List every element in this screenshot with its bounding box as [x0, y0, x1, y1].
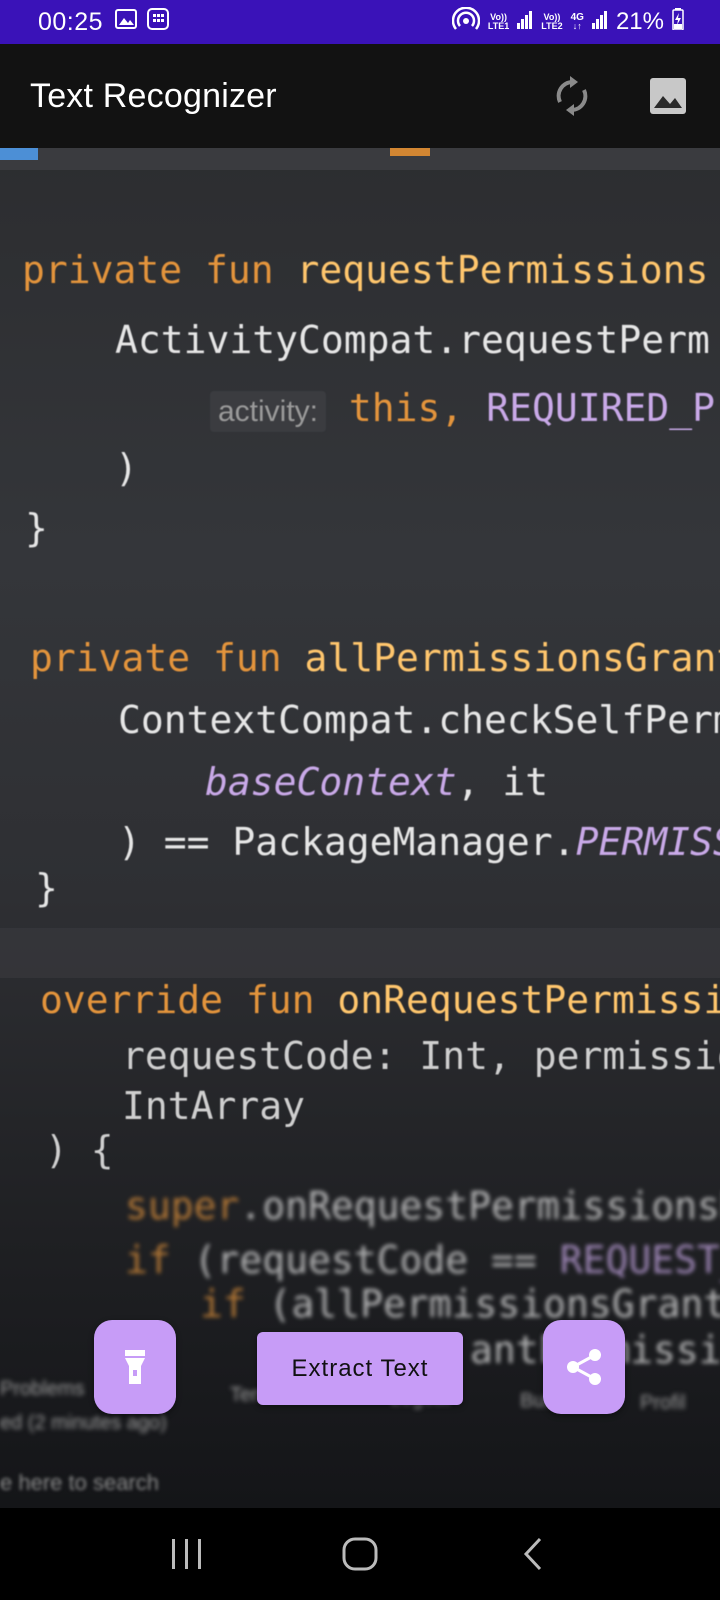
code-line: if (requestCode == REQUEST_CODE: [125, 1238, 720, 1282]
navigation-bar: [0, 1508, 720, 1600]
code-parameter-hint: activity:: [210, 391, 327, 432]
code-line: override fun onRequestPermissions: [40, 978, 720, 1022]
code-constant: REQUEST_CODE: [559, 1238, 720, 1282]
network-type: 4G ↓↑: [571, 13, 584, 31]
status-bar: 00:25 Vo)) LTE1 Vo)) LTE2 4G ↓↑ 21%: [0, 0, 720, 44]
preview-divider-band: [0, 928, 720, 978]
code-text: (requestCode ==: [193, 1238, 560, 1282]
back-icon: [524, 1537, 542, 1571]
preview-top-strip-accent: [0, 148, 38, 160]
flashlight-icon: [125, 1350, 145, 1384]
ide-tool-label: Profil: [640, 1392, 686, 1414]
code-line: }: [35, 866, 58, 910]
data-arrows-icon: ↓↑: [572, 21, 582, 31]
camera-preview: private fun requestPermissions ActivityC…: [0, 148, 720, 1508]
code-keyword: override fun: [40, 978, 338, 1022]
code-italic-constant: PERMISSIO: [575, 820, 720, 864]
preview-top-strip-marker: [390, 148, 430, 156]
code-keyword: if: [200, 1282, 269, 1326]
ide-search-hint: e here to search: [0, 1470, 159, 1495]
preview-top-strip: [0, 148, 720, 170]
code-function: onRequestPermissions: [337, 978, 720, 1022]
code-function: requestPermissions: [296, 248, 709, 292]
status-right: Vo)) LTE1 Vo)) LTE2 4G ↓↑ 21%: [451, 5, 684, 38]
share-button[interactable]: [543, 1320, 625, 1414]
battery-percentage: 21%: [615, 8, 664, 35]
code-line: baseContext, it: [205, 760, 548, 804]
app-actions: [550, 74, 690, 118]
sim1-label-bottom: LTE1: [487, 21, 510, 31]
code-keyword: if: [125, 1238, 194, 1282]
code-constant: REQUIRED_P: [486, 386, 715, 430]
ide-status-text: ed (2 minutes ago): [0, 1412, 167, 1434]
app-title: Text Recognizer: [30, 76, 277, 115]
gallery-button[interactable]: [646, 74, 690, 118]
code-function: allPermissionsGrante: [304, 636, 720, 680]
home-icon: [342, 1537, 378, 1571]
code-line: super.onRequestPermissionsResu: [125, 1184, 720, 1228]
code-keyword: private fun: [22, 248, 297, 292]
code-line: if (allPermissionsGranted(): [200, 1282, 720, 1326]
code-line: activity: this, REQUIRED_P: [210, 386, 715, 432]
code-text: (allPermissionsGranted(): [268, 1282, 720, 1326]
app-bar: Text Recognizer: [0, 44, 720, 148]
sim2-label-bottom: LTE2: [541, 21, 563, 31]
status-time: 00:25: [38, 7, 104, 36]
code-line: requestCode: Int, permissions.: [122, 1034, 720, 1078]
refresh-icon: [556, 76, 588, 116]
back-button[interactable]: [503, 1524, 563, 1584]
code-line: IntArray: [122, 1084, 306, 1128]
code-line: }: [25, 506, 48, 550]
refresh-button[interactable]: [550, 74, 594, 118]
code-keyword: private fun: [30, 636, 305, 680]
code-line: ) {: [45, 1128, 114, 1172]
code-line: ) == PackageManager.PERMISSIO: [118, 820, 720, 864]
code-keyword: super: [125, 1184, 240, 1228]
status-left-icons: [115, 7, 170, 37]
code-line: private fun requestPermissions: [22, 248, 708, 292]
code-line: ActivityCompat.requestPerm: [115, 318, 710, 362]
code-line: ): [115, 446, 138, 490]
signal-icon: [517, 8, 533, 36]
gallery-icon: [650, 78, 686, 114]
code-line: private fun allPermissionsGrante: [30, 636, 720, 680]
signal-icon: [591, 8, 608, 36]
code-text: .onRequestPermissionsResu: [239, 1184, 720, 1228]
battery-charging-icon: [672, 7, 684, 37]
extract-text-button[interactable]: Extract Text: [257, 1332, 463, 1405]
recents-icon: [171, 1539, 201, 1569]
flashlight-button[interactable]: [94, 1320, 176, 1414]
code-line: ContextCompat.checkSelfPermi: [118, 698, 720, 742]
code-text: ) == PackageManager.: [118, 820, 576, 864]
sim2-label: Vo)) LTE2: [541, 13, 562, 31]
home-button[interactable]: [330, 1524, 390, 1584]
ide-tool-label: Problems: [0, 1378, 85, 1400]
code-italic-variable: baseContext: [205, 760, 457, 804]
share-icon: [567, 1349, 601, 1385]
hotspot-icon: [451, 5, 481, 38]
calendar-icon: [147, 7, 170, 37]
sim1-label: Vo)) LTE1: [488, 13, 509, 31]
code-keyword: this,: [326, 386, 487, 430]
recents-button[interactable]: [157, 1524, 217, 1584]
code-text: , it: [456, 760, 549, 804]
image-icon: [115, 8, 138, 36]
